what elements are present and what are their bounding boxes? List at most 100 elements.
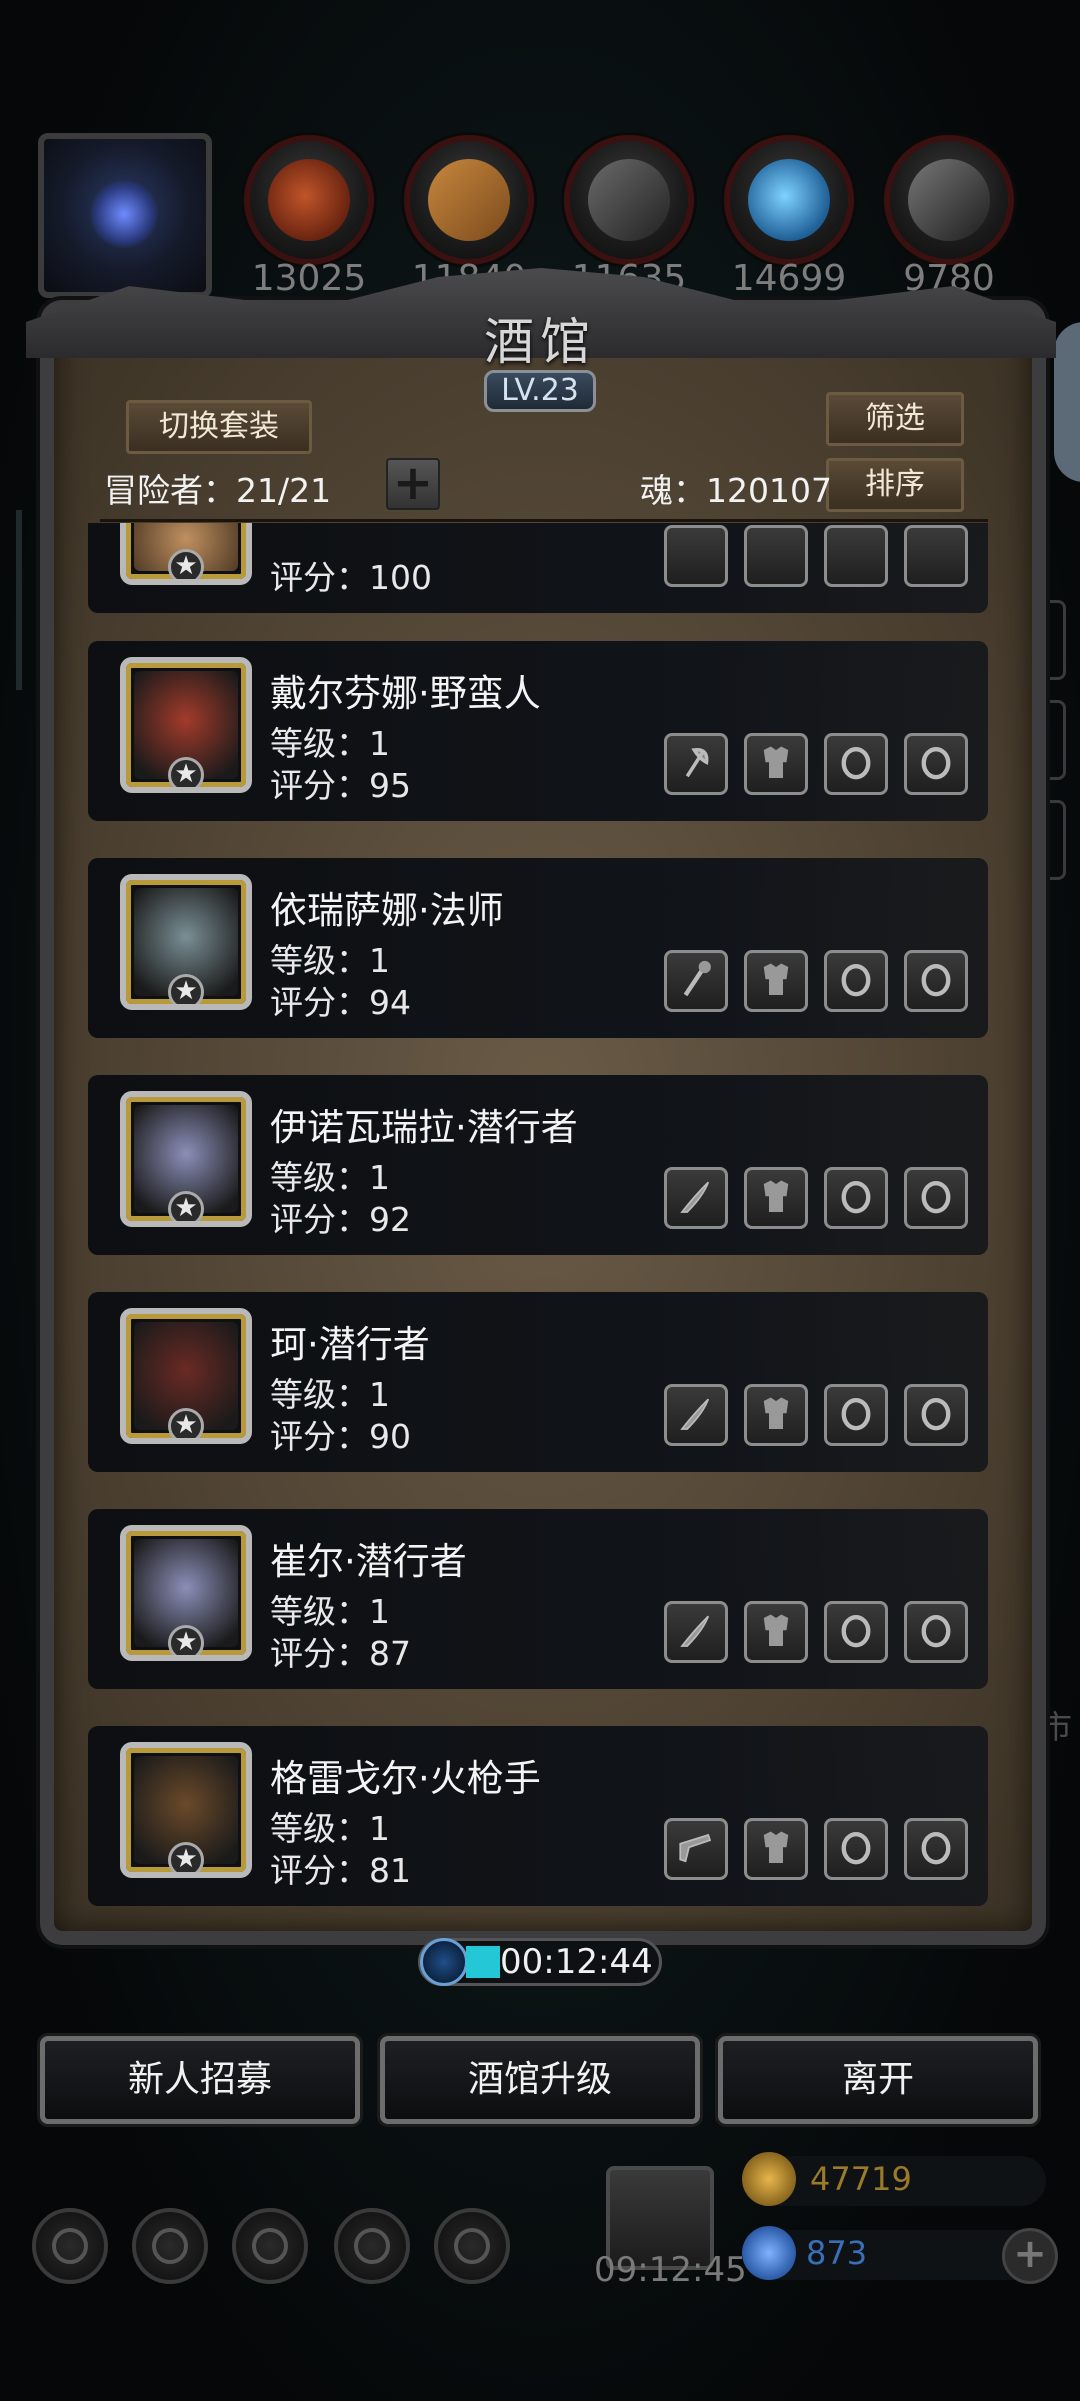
star-icon: ★ (168, 1408, 204, 1438)
portrait: ★ (120, 523, 252, 585)
star-menu-icon[interactable] (132, 2208, 208, 2284)
dagger-icon[interactable] (664, 1167, 728, 1229)
armor-icon[interactable] (744, 950, 808, 1012)
panel-title: 酒馆 (484, 313, 596, 371)
armor-icon[interactable] (744, 733, 808, 795)
armor-icon[interactable] (744, 1167, 808, 1229)
adventurer-count: 冒险者：21/21 (104, 471, 332, 510)
dagger-icon[interactable] (664, 1384, 728, 1446)
portrait: ★ (120, 1308, 252, 1444)
dagger-icon[interactable] (664, 1601, 728, 1663)
ring-icon[interactable] (824, 950, 888, 1012)
add-currency-icon[interactable]: + (1002, 2228, 1058, 2284)
side-tab[interactable] (1044, 600, 1066, 680)
shop-icon[interactable] (434, 2208, 510, 2284)
axe-icon[interactable] (664, 525, 728, 587)
list-item[interactable]: ★ 崔尔·潜行者等级：1 评分：87 (88, 1509, 988, 1689)
resource-crystal[interactable] (724, 135, 854, 265)
upgrade-tavern-button[interactable]: 酒馆升级 (380, 2036, 700, 2124)
mail-icon[interactable] (334, 2208, 410, 2284)
soul-count: 魂：120107 (640, 471, 832, 510)
star-icon: ★ (168, 1625, 204, 1655)
star-icon: ★ (168, 549, 204, 579)
ring-icon[interactable] (824, 525, 888, 587)
side-tab[interactable] (1044, 700, 1066, 780)
ring-icon[interactable] (824, 1601, 888, 1663)
ring-icon[interactable] (904, 1167, 968, 1229)
adventurer-name: 伊诺瓦瑞拉·潜行者 (270, 1106, 578, 1149)
avatar-icon (89, 179, 159, 249)
filter-button[interactable]: 筛选 (826, 392, 964, 446)
staff-icon[interactable] (664, 950, 728, 1012)
ring-icon[interactable] (824, 1818, 888, 1880)
portrait: ★ (120, 1525, 252, 1661)
ring-icon[interactable] (904, 733, 968, 795)
ring-icon[interactable] (904, 1601, 968, 1663)
adventurer-name: 依瑞萨娜·法师 (270, 889, 504, 932)
star-icon: ★ (168, 974, 204, 1004)
ring-icon[interactable] (904, 525, 968, 587)
resource-ore[interactable] (244, 135, 374, 265)
armor-icon[interactable] (744, 1384, 808, 1446)
player-avatar[interactable] (38, 133, 212, 298)
list-item[interactable]: ★ 伊诺瓦瑞拉·潜行者等级：1 评分：92 (88, 1075, 988, 1255)
star-icon: ★ (168, 1191, 204, 1221)
ore-count: 13025 (251, 258, 367, 299)
guild-icon[interactable] (232, 2208, 308, 2284)
timer-progress (466, 1946, 500, 1978)
adventurer-score: 评分：95 (270, 766, 411, 805)
adventurer-name: 崔尔·潜行者 (270, 1540, 467, 1583)
list-item[interactable]: ★ 评分：100 (88, 523, 988, 613)
ring-icon[interactable] (904, 1818, 968, 1880)
adventurer-level: 等级：1 (270, 1375, 390, 1414)
clock-icon (420, 1938, 468, 1986)
switch-outfit-button[interactable]: 切换套装 (126, 400, 312, 454)
header-divider (100, 519, 988, 522)
armor-icon[interactable] (744, 1601, 808, 1663)
stone-icon (588, 159, 670, 241)
adventurer-score: 评分：81 (270, 1851, 411, 1890)
list-item[interactable]: ★ 格雷戈尔·火枪手 等级：1 评分：81 (88, 1726, 988, 1906)
add-adventurer-button[interactable]: + (386, 458, 440, 510)
refresh-timer: 00:12:44 (500, 1942, 653, 1982)
crystal-icon (748, 159, 830, 241)
resource-iron[interactable] (884, 135, 1014, 265)
iron-icon (908, 159, 990, 241)
adventurer-score: 评分：94 (270, 983, 411, 1022)
list-item[interactable]: ★ 戴尔芬娜·野蛮人 等级：1 评分：95 (88, 641, 988, 821)
adventurer-score: 评分：92 (270, 1200, 411, 1239)
sort-button[interactable]: 排序 (826, 458, 964, 512)
adventurer-level: 等级：1 (270, 1158, 390, 1197)
armor-icon[interactable] (744, 1818, 808, 1880)
adventurer-name: 珂·潜行者 (270, 1323, 430, 1366)
ring-icon[interactable] (904, 1384, 968, 1446)
list-item[interactable]: ★ 珂·潜行者 等级：1 评分：90 (88, 1292, 988, 1472)
ring-icon[interactable] (824, 1384, 888, 1446)
gun-icon[interactable] (664, 1818, 728, 1880)
gift-timer: 09:12:45 (594, 2250, 747, 2290)
gem-icon (742, 2226, 796, 2280)
star-icon: ★ (168, 757, 204, 787)
side-tab[interactable] (1044, 800, 1066, 880)
ring-icon[interactable] (824, 733, 888, 795)
resource-stone[interactable] (564, 135, 694, 265)
portrait: ★ (120, 874, 252, 1010)
list-item[interactable]: ★ 依瑞萨娜·法师 等级：1 评分：94 (88, 858, 988, 1038)
resource-wood[interactable] (404, 135, 534, 265)
armor-icon[interactable] (744, 525, 808, 587)
portrait: ★ (120, 657, 252, 793)
wood-icon (428, 159, 510, 241)
axe-icon[interactable] (664, 733, 728, 795)
adventurer-score: 评分：87 (270, 1634, 411, 1673)
adventurer-list[interactable]: ★ 评分：100 ★ 戴尔芬娜·野蛮人 等级：1 评分：95 ★ 依瑞萨娜·法师 等级：1 评… (88, 523, 988, 1913)
adventurer-name: 格雷戈尔·火枪手 (270, 1757, 541, 1800)
settings-icon[interactable] (32, 2208, 108, 2284)
adventurer-level: 等级：1 (270, 1592, 390, 1631)
recruit-button[interactable]: 新人招募 (40, 2036, 360, 2124)
ring-icon[interactable] (904, 950, 968, 1012)
portrait: ★ (120, 1091, 252, 1227)
leave-button[interactable]: 离开 (718, 2036, 1038, 2124)
ring-icon[interactable] (824, 1167, 888, 1229)
scroll-indicator (16, 510, 22, 690)
star-icon: ★ (168, 1842, 204, 1872)
